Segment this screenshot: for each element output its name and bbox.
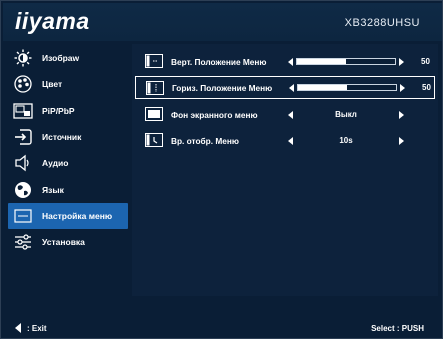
sidebar-item-label: Установка — [42, 236, 85, 247]
slider-bar[interactable] — [297, 84, 397, 91]
decrease-arrow-icon[interactable] — [288, 136, 293, 145]
sidebar-item-picture[interactable]: Изобраw — [8, 45, 128, 71]
exit-label: : Exit — [27, 323, 47, 333]
sliders-icon — [12, 233, 34, 251]
slider-value: 50 — [421, 57, 430, 66]
osd-window: iiyama XB3288UHSU Изобраw Цвет PiP/PbP И… — [0, 0, 443, 339]
sidebar-item-label: Язык — [42, 184, 64, 195]
sidebar-item-label: Цвет — [42, 79, 63, 90]
sidebar-item-audio[interactable]: Аудио — [8, 150, 128, 176]
decrease-arrow-icon[interactable] — [288, 110, 293, 119]
sidebar-item-label: PiP/PbP — [42, 105, 75, 116]
header: iiyama XB3288UHSU — [3, 3, 442, 41]
footer: : Exit Select : PUSH — [3, 319, 442, 338]
sidebar-item-label: Источник — [42, 132, 82, 143]
sidebar-item-label: Аудио — [42, 158, 69, 169]
settings-panel: Верт. Положение Меню 50 Гориз. Положение… — [132, 44, 438, 296]
horizontal-position-row[interactable]: Гориз. Положение Меню 50 — [135, 76, 435, 99]
sidebar-item-color[interactable]: Цвет — [8, 71, 128, 97]
decrease-arrow-icon[interactable] — [288, 57, 293, 66]
increase-arrow-icon[interactable] — [399, 57, 404, 66]
slider-bar[interactable] — [296, 58, 396, 65]
osd-timeout-row[interactable]: Вр. отобр. Меню 10s — [135, 129, 435, 152]
menu-settings-icon — [12, 207, 34, 225]
sidebar-item-setup[interactable]: Установка — [8, 229, 128, 255]
input-source-icon — [12, 128, 34, 146]
pip-icon — [12, 102, 34, 120]
osd-background-icon — [145, 107, 163, 121]
speaker-icon — [12, 154, 34, 172]
sidebar-item-label: Настройка меню — [42, 210, 113, 221]
iiyama-logo: iiyama — [15, 8, 90, 34]
vertical-position-icon — [145, 54, 163, 68]
increase-arrow-icon[interactable] — [400, 83, 405, 92]
sidebar: Изобраw Цвет PiP/PbP Источник Аудио Язык… — [8, 45, 128, 255]
osd-background-row[interactable]: Фон экранного меню Выкл — [135, 103, 435, 126]
row-label: Вр. отобр. Меню — [171, 135, 239, 146]
slider-fill — [298, 85, 347, 90]
increase-arrow-icon[interactable] — [399, 110, 404, 119]
sidebar-item-language[interactable]: Язык — [8, 176, 128, 202]
row-label: Фон экранного меню — [171, 109, 258, 120]
decrease-arrow-icon[interactable] — [289, 83, 294, 92]
slider-fill — [297, 59, 346, 64]
row-label: Верт. Положение Меню — [171, 56, 267, 67]
model-name: XB3288UHSU — [344, 17, 420, 29]
globe-icon — [12, 181, 34, 199]
horizontal-position-icon — [146, 81, 164, 95]
brightness-icon — [12, 49, 34, 67]
sidebar-item-input[interactable]: Источник — [8, 124, 128, 150]
osd-timeout-icon — [145, 133, 163, 147]
select-hint: Select : PUSH — [371, 324, 424, 333]
row-label: Гориз. Положение Меню — [172, 82, 273, 93]
left-arrow-icon — [15, 323, 21, 333]
option-value: 10s — [339, 136, 353, 145]
sidebar-item-label: Изобраw — [42, 53, 80, 64]
color-palette-icon — [12, 75, 34, 94]
sidebar-item-pip[interactable]: PiP/PbP — [8, 98, 128, 124]
exit-hint[interactable]: : Exit — [15, 323, 47, 333]
vertical-position-row[interactable]: Верт. Положение Меню 50 — [135, 50, 435, 73]
increase-arrow-icon[interactable] — [399, 136, 404, 145]
option-value: Выкл — [335, 110, 357, 119]
slider-value: 50 — [422, 83, 431, 92]
sidebar-item-menu-settings[interactable]: Настройка меню — [8, 202, 128, 229]
